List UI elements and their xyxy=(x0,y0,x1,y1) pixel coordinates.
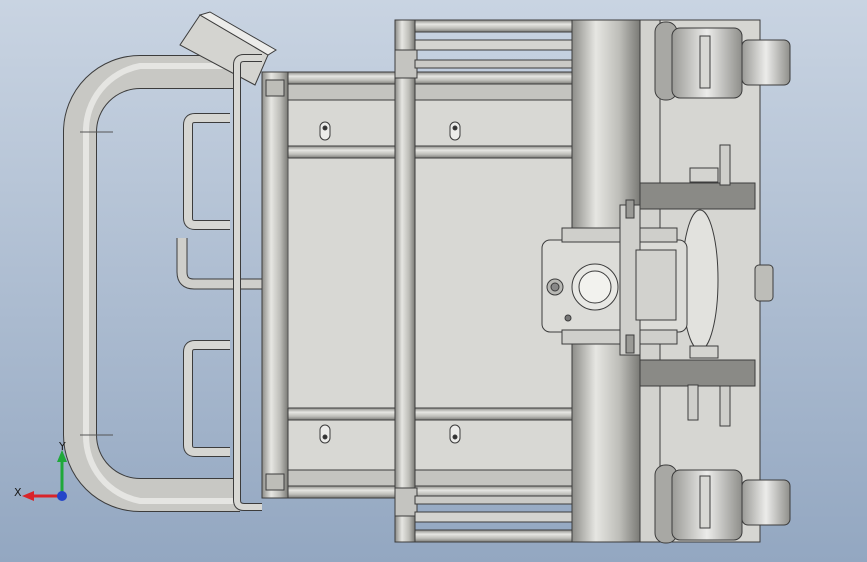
model-drawing[interactable] xyxy=(0,0,867,562)
triad-y-label: Y xyxy=(59,440,66,453)
coordinate-triad-icon xyxy=(22,450,67,501)
cad-viewport[interactable] xyxy=(0,0,867,562)
deck-frame[interactable] xyxy=(261,71,573,499)
coordinate-triad: Y X xyxy=(14,438,84,508)
triad-x-label: X xyxy=(14,486,22,499)
